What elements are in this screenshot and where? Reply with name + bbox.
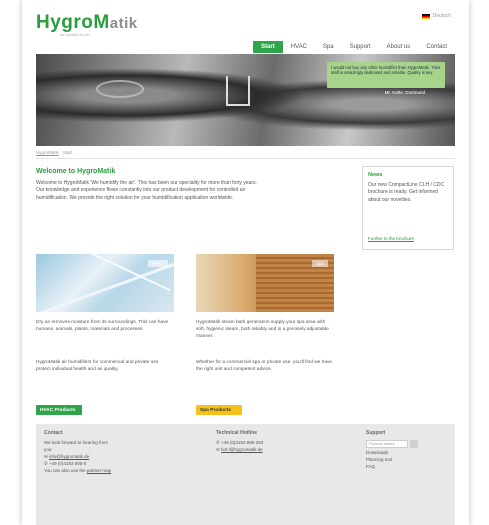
product-series-select[interactable]: Product series xyxy=(366,439,446,448)
nav-item-about-us[interactable]: About us xyxy=(379,41,419,53)
language-label: Deutsch xyxy=(432,13,451,19)
footer-contact-line: you: xyxy=(44,446,53,452)
nav-item-contact[interactable]: Contact xyxy=(418,41,455,53)
german-flag-icon xyxy=(421,13,430,19)
nav-item-spa[interactable]: Spa xyxy=(315,41,342,53)
testimonial-signature: Mr. Nolte, Dortmund xyxy=(384,90,425,95)
hvac-image[interactable]: HVAC xyxy=(36,254,174,312)
footer-contact: Contact We look forward to hearing from … xyxy=(44,430,154,475)
footer-support-link-faq[interactable]: FAQ xyxy=(366,464,446,471)
spa-image[interactable]: Spa xyxy=(196,254,334,312)
footer-partner-row: You can also use the partner map xyxy=(44,468,154,475)
footer-contact-phone-row: ✆ +49 (0)4193 895-0 xyxy=(44,461,154,468)
footer-hotline: Technical Hotline ✆ +49 (0)4193 895-293 … xyxy=(216,430,326,454)
nav-item-hvac[interactable]: HVAC xyxy=(283,41,315,53)
footer-support-title: Support xyxy=(366,430,386,436)
news-more-link[interactable]: Further to the brochure xyxy=(368,236,414,241)
phone-icon: ✆ xyxy=(44,460,48,466)
hero-image-detail xyxy=(226,76,250,106)
hero-banner: I would not buy any other humidifier tha… xyxy=(36,54,455,146)
main-nav: Start HVAC Spa Support About us Contact xyxy=(253,41,455,53)
footer-support-link-downloads[interactable]: Downloads xyxy=(366,450,446,457)
footer-partner-prefix: You can also use the xyxy=(44,467,86,473)
spa-text-1: HygroMatik steam bath generators supply … xyxy=(196,320,329,339)
footer-hotline-title: Technical Hotline xyxy=(216,430,258,436)
footer-contact-email[interactable]: info@hygromatik.de xyxy=(49,454,89,459)
hvac-products-button[interactable]: HVAC Products xyxy=(36,405,82,415)
footer-contact-line: We look forward to hearing from xyxy=(44,439,108,445)
nav-item-start[interactable]: Start xyxy=(253,41,283,53)
page-container: HygroMatik we humidify the air Deutsch S… xyxy=(22,0,469,525)
footer-contact-phone: +49 (0)4193 895-0 xyxy=(49,460,87,466)
footer-hotline-phone: +49 (0)4193 895-293 xyxy=(221,439,264,445)
footer-support: Support Product series Downloads Plannin… xyxy=(366,430,446,471)
footer-partner-link[interactable]: partner map xyxy=(87,468,111,473)
hygromatik-logo[interactable]: HygroMatik xyxy=(36,12,138,34)
footer-hotline-phone-row: ✆ +49 (0)4193 895-293 xyxy=(216,440,326,447)
language-switcher[interactable]: Deutsch xyxy=(421,13,451,19)
divider xyxy=(36,158,455,159)
mail-icon: ✉ xyxy=(44,453,48,459)
logo-text-part2: atik xyxy=(109,15,138,32)
hvac-text-2: HygroMatik air humidifiers for commercia… xyxy=(36,360,159,372)
mail-icon: ✉ xyxy=(216,446,220,452)
footer-support-link-planning-tool[interactable]: Planning tool xyxy=(366,457,446,464)
news-title: News xyxy=(368,172,383,178)
hvac-image-tag: HVAC xyxy=(147,260,168,267)
welcome-text: Welcome to HygroMatik 'We humidify the a… xyxy=(36,180,257,201)
breadcrumb-home-link[interactable]: HygroMatik xyxy=(36,150,59,155)
nav-item-support[interactable]: Support xyxy=(342,41,379,53)
news-text: Our new CompactLine CLH / CDC brochure i… xyxy=(368,182,445,203)
hero-image-detail xyxy=(96,80,144,98)
phone-icon: ✆ xyxy=(216,439,220,445)
footer-contact-email-row: ✉ info@hygromatik.de xyxy=(44,454,154,461)
breadcrumb: HygroMatik Start xyxy=(36,150,72,155)
news-box: News Our new CompactLine CLH / CDC broch… xyxy=(362,166,454,250)
welcome-title: Welcome to HygroMatik xyxy=(36,168,116,175)
spa-text-2: Whether for a commercial spa or private … xyxy=(196,360,333,372)
footer-hotline-email[interactable]: hot-l@hygromatik.de xyxy=(221,447,263,452)
spa-products-button[interactable]: Spa Products xyxy=(196,405,242,415)
breadcrumb-current: Start xyxy=(62,150,73,155)
testimonial-quote: I would not buy any other humidifier tha… xyxy=(327,62,445,88)
footer-contact-title: Contact xyxy=(44,430,63,436)
logo-text-part1: HygroM xyxy=(36,12,110,33)
select-go-button[interactable] xyxy=(410,439,418,448)
logo-tagline: we humidify the air xyxy=(60,33,90,37)
footer: Contact We look forward to hearing from … xyxy=(36,424,455,525)
hvac-text-1: Dry air removes moisture from its surrou… xyxy=(36,320,169,332)
product-series-select-box[interactable]: Product series xyxy=(366,439,408,448)
spa-image-tag: Spa xyxy=(311,260,328,267)
footer-hotline-email-row: ✉ hot-l@hygromatik.de xyxy=(216,447,326,454)
